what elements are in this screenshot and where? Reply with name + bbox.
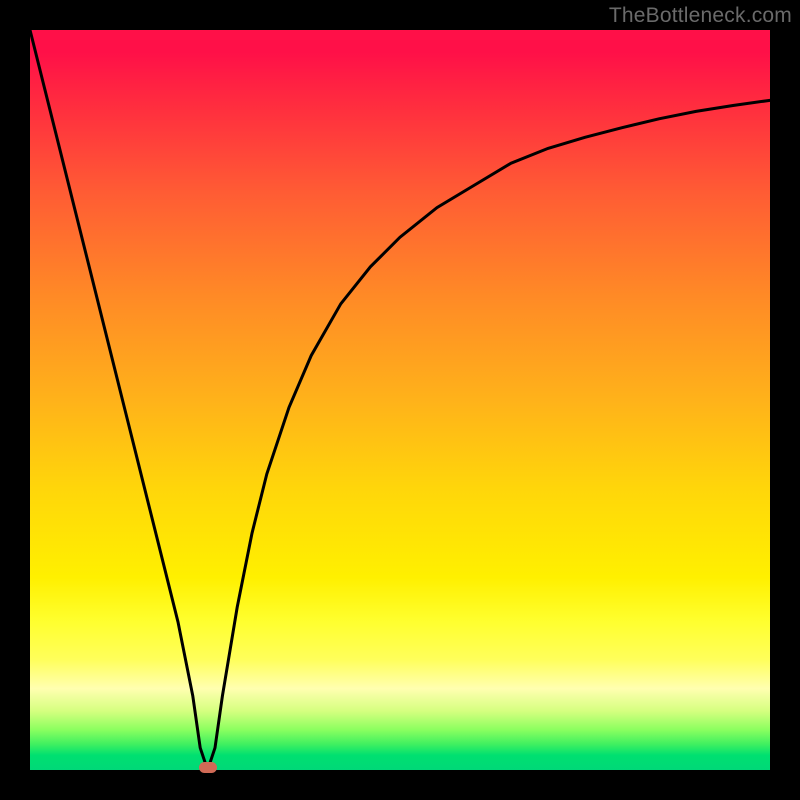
watermark-text: TheBottleneck.com	[609, 4, 792, 28]
bottleneck-curve-path	[30, 30, 770, 770]
curve-svg	[30, 30, 770, 770]
minimum-marker	[199, 762, 217, 773]
chart-frame: TheBottleneck.com	[0, 0, 800, 800]
plot-area	[30, 30, 770, 770]
